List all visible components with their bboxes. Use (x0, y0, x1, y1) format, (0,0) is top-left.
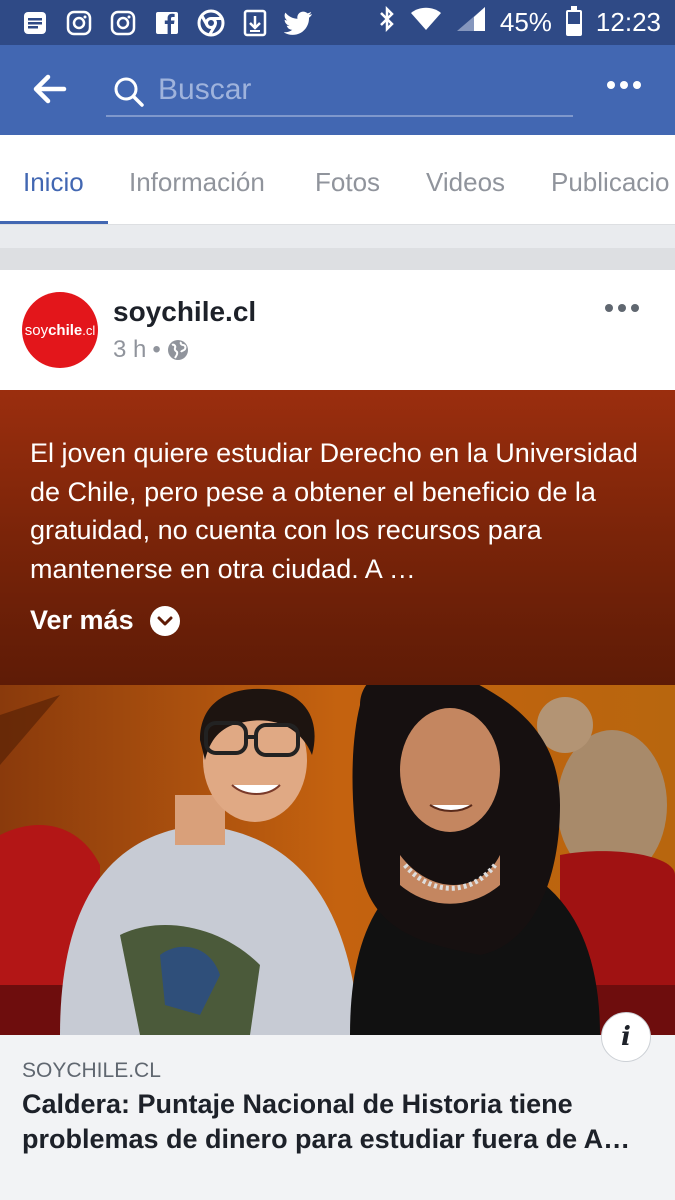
meta-separator: • (152, 336, 161, 363)
clock: 12:23 (595, 7, 661, 37)
post-meta: 3 h • (113, 336, 189, 364)
tab-inicio[interactable]: Inicio (23, 167, 84, 198)
chevron-down-icon (149, 605, 180, 636)
notification-icons (20, 8, 314, 38)
tab-fotos[interactable]: Fotos (315, 167, 380, 198)
signal-icon (456, 6, 486, 39)
bluetooth-icon (378, 5, 396, 39)
link-domain: SOYCHILE.CL (22, 1059, 161, 1082)
post-body: El joven quiere estudiar Derecho en la U… (30, 438, 638, 584)
system-status: 45% 12:23 (378, 5, 661, 39)
avatar[interactable]: soy chile .cl (22, 292, 98, 368)
globe-icon (167, 339, 189, 361)
search-icon (112, 75, 146, 109)
chrome-icon (196, 8, 226, 38)
battery-percent: 45% (499, 7, 552, 37)
more-options-icon[interactable] (607, 81, 641, 89)
instagram-icon (64, 8, 94, 38)
wifi-icon (410, 7, 442, 38)
battery-icon (565, 5, 582, 36)
see-more-button[interactable]: Ver más (30, 605, 180, 636)
facebook-icon (152, 8, 182, 38)
link-headline: Caldera: Puntaje Nacional de Historia ti… (22, 1089, 631, 1154)
post-time[interactable]: 3 h (113, 336, 146, 364)
link-caption[interactable]: SOYCHILE.CL Caldera: Puntaje Nacional de… (0, 1035, 675, 1200)
instagram-icon (108, 8, 138, 38)
post-options-icon[interactable] (605, 304, 639, 312)
search-placeholder: Buscar (158, 73, 252, 106)
section-divider (0, 248, 675, 270)
app-bar: Buscar (0, 45, 675, 135)
page-tabs: Inicio Información Fotos Videos Publicac… (0, 135, 675, 225)
notes-icon (20, 8, 50, 38)
twitter-icon (284, 8, 314, 38)
link-preview-image[interactable] (0, 685, 675, 1035)
search-input[interactable]: Buscar (106, 71, 573, 117)
post-text-card: El joven quiere estudiar Derecho en la U… (0, 390, 675, 685)
active-tab-indicator (0, 221, 108, 224)
tab-informacion[interactable]: Información (129, 167, 265, 198)
tab-videos[interactable]: Videos (426, 167, 505, 198)
status-bar: 45% 12:23 (0, 0, 675, 45)
download-icon (240, 8, 270, 38)
page-name[interactable]: soychile.cl (113, 296, 256, 328)
see-more-label: Ver más (30, 605, 134, 635)
info-icon[interactable]: i (601, 1012, 651, 1062)
tab-publicaciones[interactable]: Publicacio (551, 167, 670, 198)
feed-post: soy chile .cl soychile.cl 3 h • El joven q… (0, 270, 675, 1200)
back-arrow-icon[interactable] (30, 71, 70, 107)
